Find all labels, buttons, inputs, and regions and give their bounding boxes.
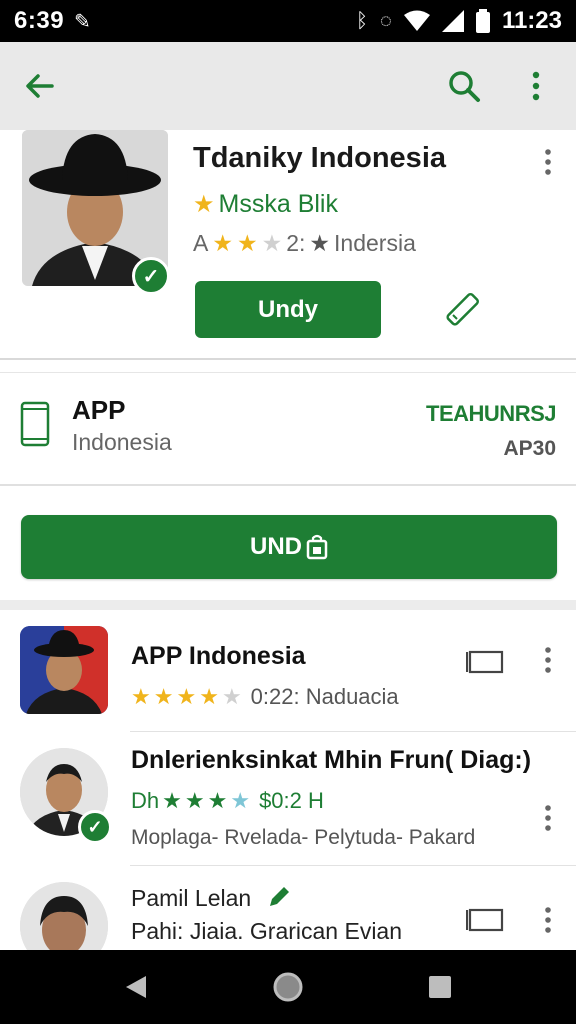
more-vert-icon	[545, 907, 551, 933]
list-item[interactable]: ✓ Dnlerienksinkat Mhin Frun( Diag:) Dh ★…	[0, 732, 576, 866]
app-avatar	[20, 882, 108, 950]
primary-action-label: UND	[250, 533, 302, 560]
hero-more-button[interactable]	[532, 144, 564, 180]
list-item-title: Dnlerienksinkat Mhin Frun( Diag:)	[131, 746, 532, 774]
alarm-icon: ◌	[380, 9, 392, 32]
section-divider	[0, 600, 576, 610]
list-item-title: Pamil Lelan	[131, 884, 292, 912]
pencil-icon	[446, 293, 479, 326]
list-item-more-button[interactable]	[534, 800, 562, 836]
more-vert-icon	[545, 149, 551, 175]
more-vert-icon	[545, 805, 551, 831]
install-button[interactable]: Undy	[195, 281, 381, 338]
hero-rating-row: A ★ ★ ★ 2: ★ Indersia	[193, 230, 416, 257]
star-icon: ★	[184, 788, 205, 813]
phone-icon	[20, 401, 50, 447]
developer-name[interactable]: ★ Msska Blik	[193, 190, 338, 219]
bluetooth-icon: ᛒ	[356, 9, 369, 32]
app-header-card: ✓ Tdaniky Indonesia ★ Msska Blik A ★ ★ ★…	[0, 130, 576, 360]
star-icon: ★	[236, 230, 258, 256]
list-item-rating: ★ ★ ★ ★ ★ 0:22: Naduacia	[131, 684, 399, 710]
star-empty-icon: ★	[261, 230, 283, 256]
list-item-title-text: Pamil Lelan	[131, 885, 252, 911]
star-icon: ★	[309, 230, 331, 256]
star-half-icon: ★	[199, 684, 219, 709]
back-button[interactable]	[16, 62, 64, 110]
star-icon: ★	[176, 684, 197, 709]
list-item[interactable]: APP Indonesia ★ ★ ★ ★ ★ 0:22: Naduacia	[0, 610, 576, 732]
app-title: Tdaniky Indonesia	[193, 142, 446, 174]
ticket-button[interactable]	[465, 906, 506, 934]
info-title: APP	[72, 395, 126, 425]
list-item[interactable]: Pamil Lelan Pahi: Jiaia. Grarican Evian	[0, 866, 576, 950]
status-bar: 6:39 ✎ ᛒ ◌ 11:23	[0, 0, 576, 42]
primary-action-button[interactable]: UND	[21, 515, 557, 579]
list-item-more-button[interactable]	[534, 902, 562, 938]
price-text: $0:2 H	[259, 788, 324, 813]
rating-text: 0:22: Naduacia	[250, 684, 399, 709]
star-icon: ★	[162, 788, 182, 813]
verified-check-icon: ✓	[132, 257, 170, 295]
star-icon: ★	[131, 684, 151, 709]
info-subtitle: Indonesia	[72, 429, 172, 455]
rating-tail: Indersia	[334, 230, 416, 256]
status-clock: 11:23	[501, 7, 562, 34]
search-button[interactable]	[440, 62, 488, 110]
pencil-icon	[269, 887, 289, 906]
app-info-card[interactable]: APP Indonesia TEAHUNRSJ AP30	[0, 372, 576, 486]
nav-recents-button[interactable]	[418, 965, 462, 1009]
more-vert-icon	[545, 647, 551, 673]
status-time: 6:39	[14, 7, 65, 34]
ticket-icon	[465, 908, 504, 932]
rating-prefix: Dh	[131, 788, 160, 813]
battery-icon	[475, 9, 490, 33]
ticket-icon	[465, 650, 504, 674]
verified-check-icon: ✓	[78, 810, 112, 844]
rating-value: 2:	[286, 230, 306, 256]
info-category: TEAHUNRSJ	[426, 401, 556, 426]
star-icon: ★	[153, 684, 174, 709]
nav-back-button[interactable]	[114, 965, 158, 1009]
home-circle-icon	[273, 972, 303, 1002]
info-code: AP30	[503, 437, 556, 460]
list-item-rating: Dh ★ ★ ★ ★ $0:2 H	[131, 788, 324, 814]
developer-label: Msska Blik	[218, 190, 338, 218]
arrow-back-icon	[26, 74, 54, 98]
status-icons: ᛒ ◌ 11:23	[356, 7, 562, 35]
star-icon: ★	[207, 788, 228, 813]
bag-icon	[306, 534, 328, 560]
search-icon	[449, 71, 480, 102]
more-vert-icon	[532, 71, 540, 101]
list-item-description: Moplaga- Rvelada- Pelytuda- Pakard	[131, 826, 476, 849]
nav-home-button[interactable]	[266, 965, 310, 1009]
edit-button[interactable]	[440, 288, 484, 332]
back-triangle-icon	[126, 976, 146, 998]
list-item-title: APP Indonesia	[131, 642, 306, 670]
wifi-icon	[403, 10, 430, 31]
star-icon: ★	[193, 191, 215, 218]
overflow-menu-button[interactable]	[512, 62, 560, 110]
rating-prefix: A	[193, 230, 209, 256]
list-item-subtitle: Pahi: Jiaia. Grarican Evian	[131, 918, 403, 944]
system-nav-bar	[0, 950, 576, 1024]
recents-square-icon	[429, 976, 451, 998]
app-avatar	[20, 626, 108, 714]
star-half-icon: ★	[230, 788, 251, 813]
app-bar-actions	[440, 62, 560, 110]
ticket-button[interactable]	[465, 648, 506, 676]
star-empty-icon: ★	[221, 684, 242, 709]
app-bar	[0, 42, 576, 130]
signal-icon	[441, 10, 464, 32]
list-item-more-button[interactable]	[534, 642, 562, 678]
pencil-notification-icon: ✎	[74, 10, 91, 33]
star-icon: ★	[212, 230, 233, 256]
